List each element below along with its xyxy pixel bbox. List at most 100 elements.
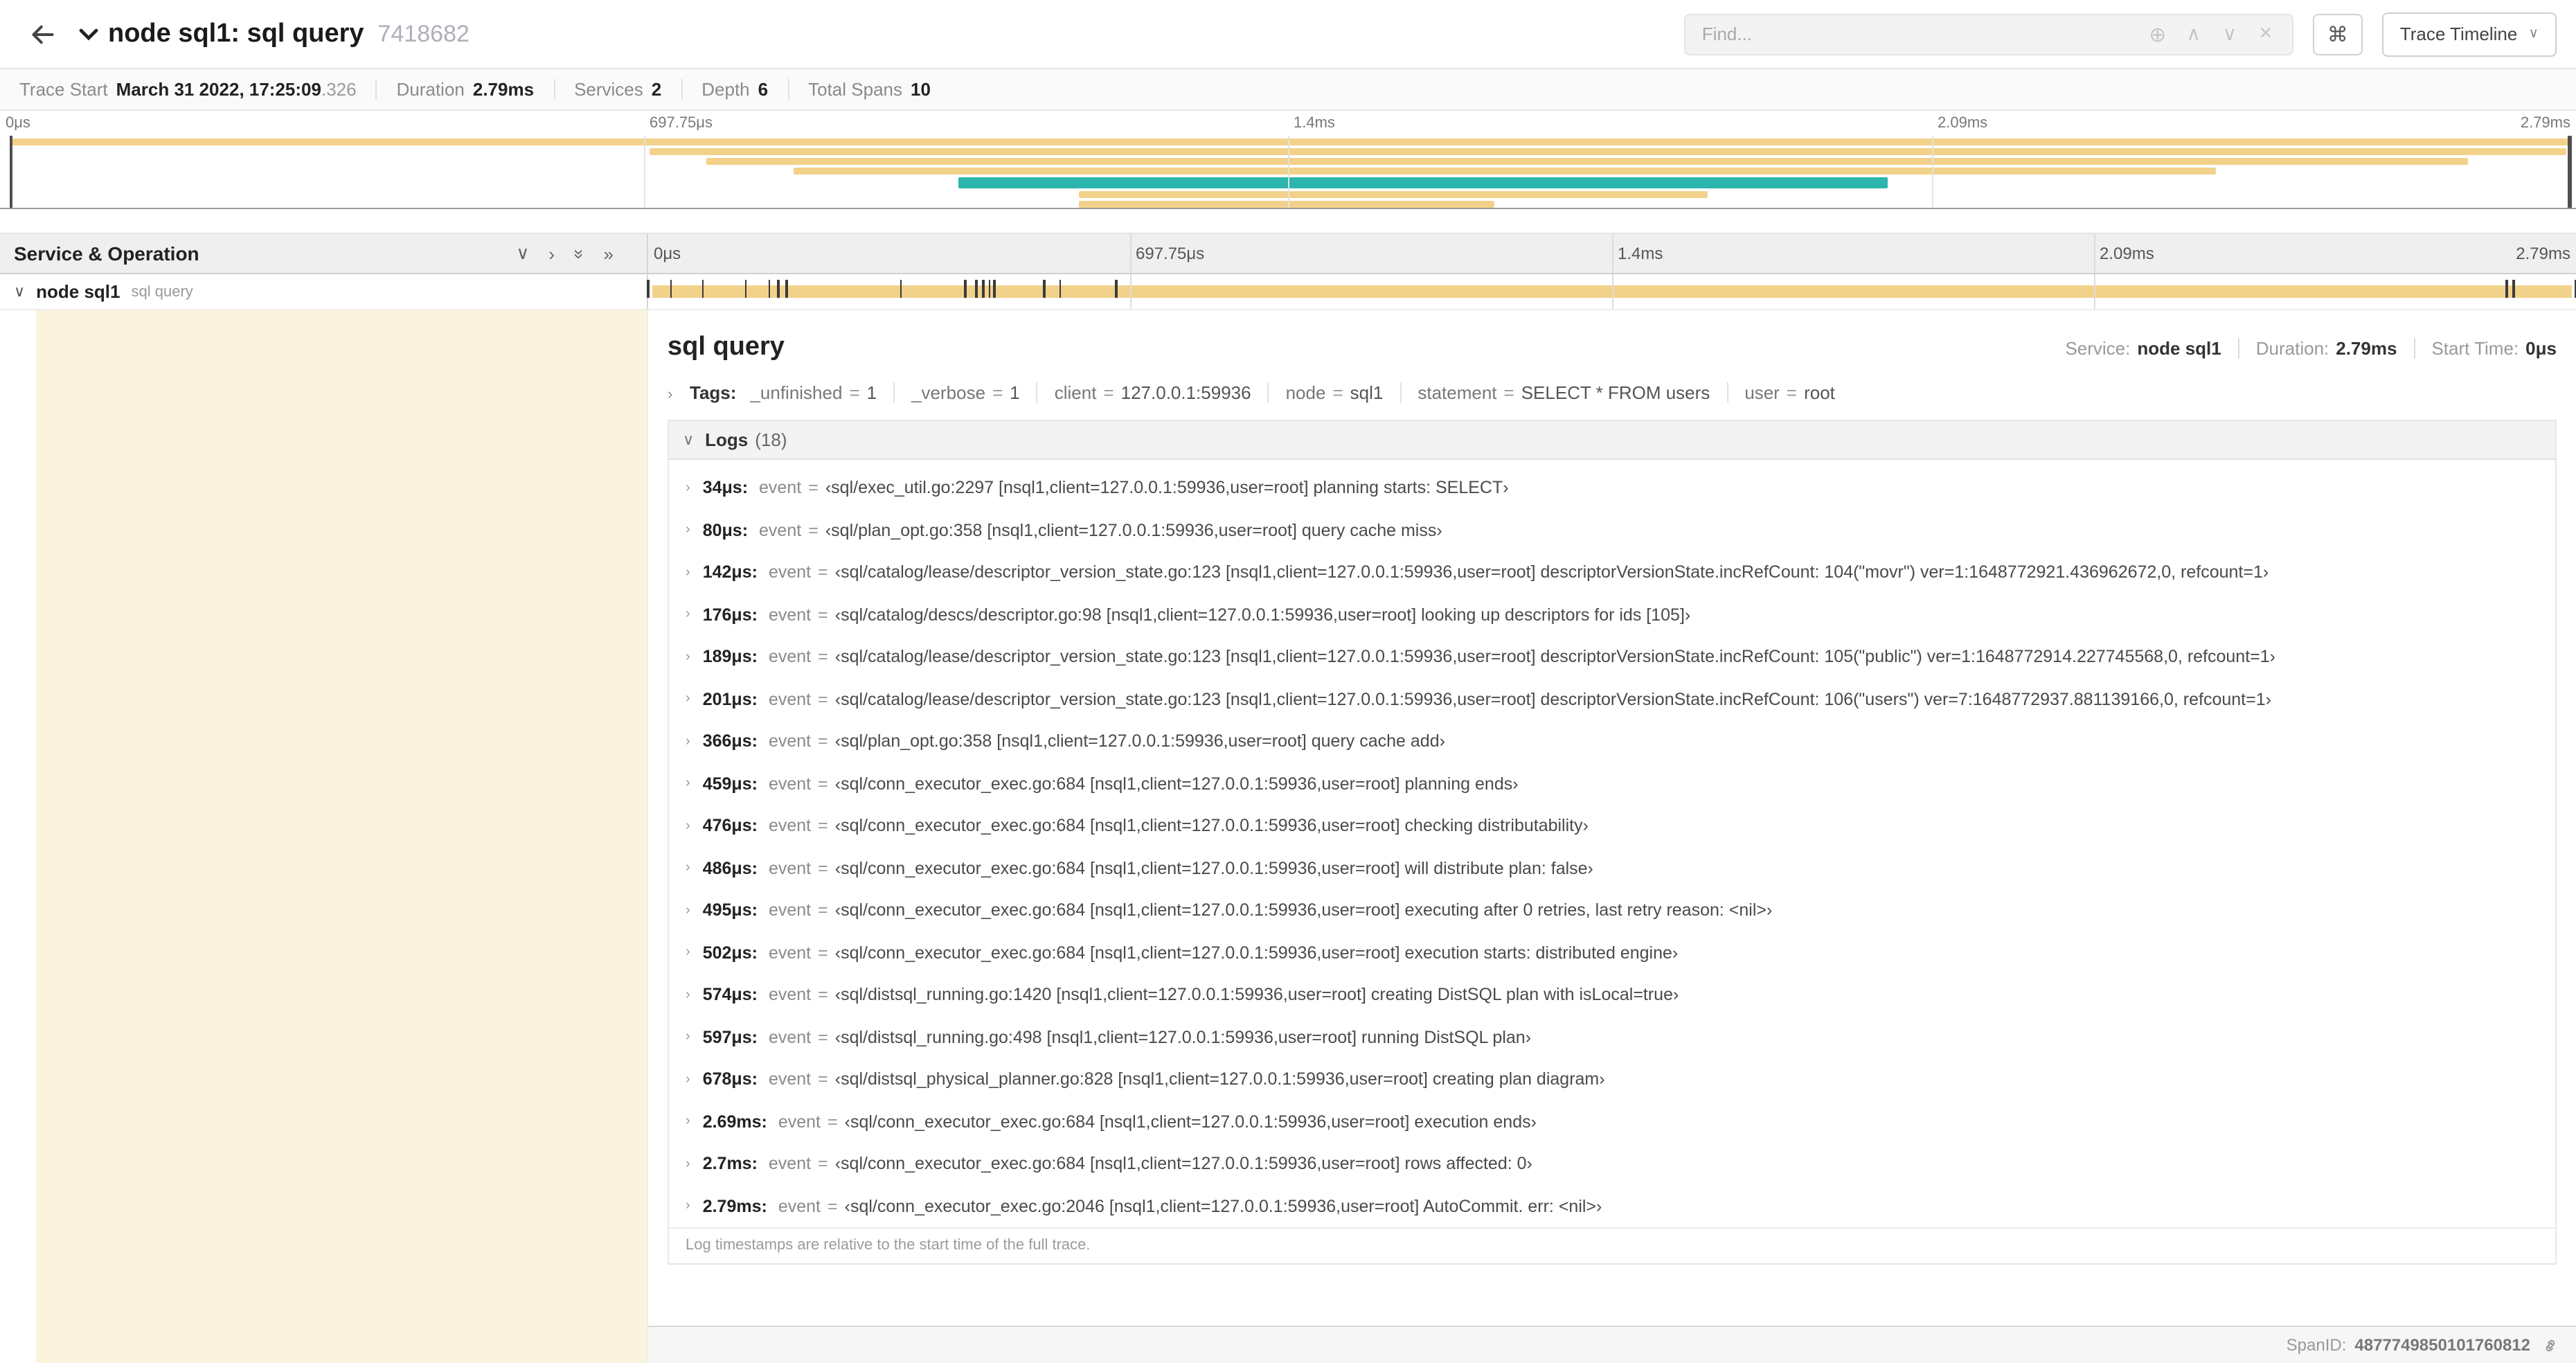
log-row[interactable]: › 574μs: event = ‹sql/distsql_running.go… [669,974,2555,1016]
tags-accordion[interactable]: › Tags: _unfinished = 1 _verbose = 1 cli… [668,382,2557,403]
summary-item: Depth 6 [681,79,768,100]
log-row[interactable]: › 678μs: event = ‹sql/distsql_physical_p… [669,1058,2555,1101]
chevron-right-icon: › [686,1114,690,1130]
log-timestamp: 502μs: [702,943,758,963]
log-row[interactable]: › 366μs: event = ‹sql/plan_opt.go:358 [n… [669,720,2555,763]
trace-timeline-dropdown[interactable]: Trace Timeline ∨ [2381,12,2557,56]
log-timestamp: 495μs: [702,900,758,920]
log-row[interactable]: › 502μs: event = ‹sql/conn_executor_exec… [669,932,2555,974]
log-field-value: ‹sql/distsql_running.go:498 [nsql1,clien… [834,1027,1532,1047]
chevron-right-icon: › [686,902,690,918]
log-row[interactable]: › 476μs: event = ‹sql/conn_executor_exec… [669,805,2555,847]
trace-timeline-label: Trace Timeline [2399,24,2518,44]
log-row[interactable]: › 176μs: event = ‹sql/catalog/descs/desc… [669,594,2555,636]
summary-suffix: .326 [321,79,357,100]
log-row[interactable]: › 2.7ms: event = ‹sql/conn_executor_exec… [669,1143,2555,1185]
logs-accordion-header[interactable]: ∨ Logs (18) [669,421,2555,460]
equals-sign: = [818,1027,828,1047]
logs-footer-note: Log timestamps are relative to the start… [669,1227,2555,1263]
tag-value: 1 [1010,382,1020,403]
tag-item: user = root [1726,382,1835,403]
log-field-key: event [759,478,802,498]
equals-sign: = [1503,382,1514,403]
log-row[interactable]: › 201μs: event = ‹sql/catalog/lease/desc… [669,678,2555,720]
tag-key: statement [1417,382,1497,403]
log-event-tick [647,280,649,298]
chevron-right-icon: › [686,945,690,961]
summary-value: 10 [911,79,931,100]
tag-value: sql1 [1350,382,1384,403]
log-timestamp: 34μs: [702,478,749,498]
log-field-value: ‹sql/plan_opt.go:358 [nsql1,client=127.0… [834,731,1445,751]
log-row[interactable]: › 80μs: event = ‹sql/plan_opt.go:358 [ns… [669,509,2555,551]
log-event-tick [900,280,902,298]
chevron-down-icon[interactable]: ∨ [14,283,25,301]
log-row[interactable]: › 2.79ms: event = ‹sql/conn_executor_exe… [669,1185,2555,1227]
log-field-value: ‹sql/conn_executor_exec.go:2046 [nsql1,c… [844,1196,1602,1216]
collapse-trace-button[interactable] [78,23,100,45]
summary-value: 6 [758,79,769,100]
collapse-all-icon[interactable]: » [569,249,589,258]
logs-title: Logs [705,429,749,450]
chevron-right-icon: › [686,860,690,876]
chevron-down-icon[interactable]: ∨ [2212,22,2248,46]
log-row[interactable]: › 189μs: event = ‹sql/catalog/lease/desc… [669,636,2555,678]
log-row[interactable]: › 2.69ms: event = ‹sql/conn_executor_exe… [669,1101,2555,1143]
minimap-span [958,177,1888,188]
chevron-up-icon[interactable]: ∧ [2176,22,2212,46]
span-bar-cell[interactable] [647,274,2576,309]
chevron-right-icon: › [686,649,690,665]
meta-label: Duration: [2255,338,2329,359]
find-input[interactable] [1699,22,2140,46]
tag-item: node = sql1 [1267,382,1384,403]
log-row[interactable]: › 486μs: event = ‹sql/conn_executor_exec… [669,847,2555,889]
log-row[interactable]: › 495μs: event = ‹sql/conn_executor_exec… [669,889,2555,932]
log-field-value: ‹sql/distsql_physical_planner.go:828 [ns… [834,1069,1605,1089]
log-field-value: ‹sql/conn_executor_exec.go:684 [nsql1,cl… [834,858,1593,878]
chevron-down-icon: ∨ [2528,26,2539,42]
tag-key: user [1744,382,1780,403]
equals-sign: = [818,816,828,836]
minimap-left-scrubber[interactable] [10,136,12,208]
span-row[interactable]: ∨ node sql1 sql query [0,274,2576,310]
span-name-cell[interactable]: ∨ node sql1 sql query [0,274,647,309]
circle-plus-icon[interactable]: ⊕ [2140,21,2176,46]
chevron-right-icon: › [686,1029,690,1045]
chevron-down-icon: ∨ [683,432,695,449]
back-button[interactable] [19,10,66,57]
page-header: node sql1: sql query 7418682 ⊕ ∧ ∨ × ⌘ T… [0,0,2576,69]
chevron-right-icon: › [686,564,690,580]
log-field-value: ‹sql/conn_executor_exec.go:684 [nsql1,cl… [834,774,1519,794]
clear-icon[interactable]: × [2248,21,2284,46]
log-row[interactable]: › 459μs: event = ‹sql/conn_executor_exec… [669,763,2555,805]
span-service-name: node sql1 [36,281,120,302]
timeline-gridline [1612,234,1613,273]
expand-one-icon[interactable]: › [548,243,555,264]
summary-item: Total Spans 10 [787,79,931,100]
keyboard-shortcuts-button[interactable]: ⌘ [2312,13,2363,55]
minimap-span [649,148,2566,155]
minimap-right-scrubber[interactable] [2568,136,2572,208]
equals-sign: = [818,647,828,667]
log-event-tick [1043,280,1046,298]
time-axis-label: 1.4ms [1294,115,1335,132]
span-detail-region: sql query Service: node sql1 Duration: 2… [0,310,2576,1363]
minimap-span [1079,191,1708,198]
span-detail-card: sql query Service: node sql1 Duration: 2… [648,310,2576,1327]
timeline-gridline [1612,274,1613,309]
log-field-value: ‹sql/catalog/lease/descriptor_version_st… [834,562,2269,582]
log-row[interactable]: › 142μs: event = ‹sql/catalog/lease/desc… [669,551,2555,594]
log-row[interactable]: › 34μs: event = ‹sql/exec_util.go:2297 [… [669,467,2555,509]
trace-minimap[interactable] [0,136,2576,209]
link-icon[interactable] [2541,1336,2559,1354]
log-row[interactable]: › 597μs: event = ‹sql/distsql_running.go… [669,1016,2555,1058]
expand-all-icon[interactable]: » [604,243,614,264]
minimap-span [10,139,2571,145]
log-field-key: event [778,1196,821,1216]
log-event-tick [768,280,771,298]
collapse-one-icon[interactable]: ∨ [516,242,529,265]
tags-title: Tags: [690,382,737,403]
detail-meta: Service: node sql1 Duration: 2.79ms Star… [2065,338,2557,359]
log-timestamp: 189μs: [702,647,758,667]
chevron-right-icon: › [686,733,690,749]
